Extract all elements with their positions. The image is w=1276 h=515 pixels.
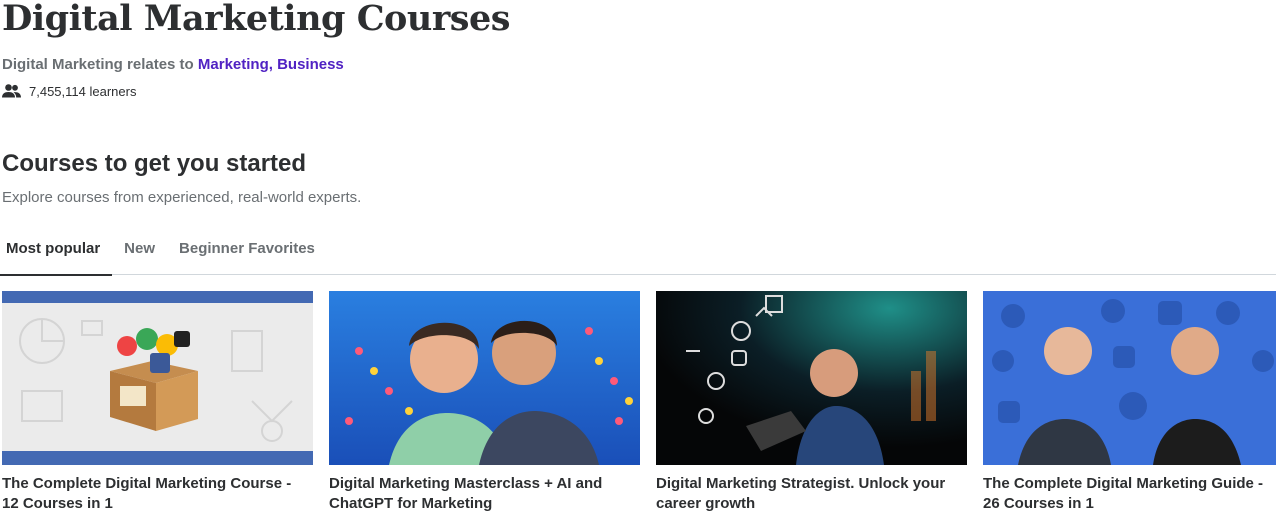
course-card[interactable]: The Complete Digital Marketing Course - … [2,291,313,515]
related-topics-links[interactable]: Marketing, Business [198,56,344,73]
course-thumbnail [2,291,313,465]
course-card[interactable]: Digital Marketing Masterclass + AI and C… [329,291,640,515]
learners-label: 7,455,114 learners [29,83,137,99]
course-title-line: Digital Marketing Masterclass + AI and [329,475,603,492]
related-topics-prefix: Digital Marketing relates to [2,56,198,73]
people-icon [2,84,21,98]
course-title-line: 26 Courses in 1 [983,495,1094,512]
page-title: Digital Marketing Courses [2,0,510,39]
course-title-line: ChatGPT for Marketing [329,495,493,512]
course-title-line: career growth [656,495,756,512]
course-title-line: 12 Courses in 1 [2,495,113,512]
section-subtitle: Explore courses from experienced, real-w… [2,189,362,206]
course-thumbnail [656,291,967,465]
course-tabs: Most popular New Beginner Favorites [0,228,1276,276]
tab-new[interactable]: New [112,228,167,275]
course-thumbnail [329,291,640,465]
course-title-line: The Complete Digital Marketing Guide - [983,475,1264,492]
tab-beginner-favorites[interactable]: Beginner Favorites [167,228,327,275]
course-title[interactable]: Digital Marketing Masterclass + AI and C… [329,474,640,514]
related-topics: Digital Marketing relates to Marketing, … [2,56,344,73]
course-title-line: Digital Marketing Strategist. Unlock you… [656,475,946,492]
course-card[interactable]: The Complete Digital Marketing Guide - 2… [983,291,1276,515]
course-card[interactable]: Digital Marketing Strategist. Unlock you… [656,291,967,515]
course-title-line: The Complete Digital Marketing Course - [2,475,292,492]
course-carousel: The Complete Digital Marketing Course - … [0,291,1276,515]
course-thumbnail [983,291,1276,465]
course-title[interactable]: Digital Marketing Strategist. Unlock you… [656,474,967,514]
learners-count: 7,455,114 learners [2,82,136,100]
tab-most-popular[interactable]: Most popular [0,228,113,276]
section-title: Courses to get you started [2,150,307,177]
course-title[interactable]: The Complete Digital Marketing Guide - 2… [983,474,1276,514]
course-title[interactable]: The Complete Digital Marketing Course - … [2,474,313,514]
